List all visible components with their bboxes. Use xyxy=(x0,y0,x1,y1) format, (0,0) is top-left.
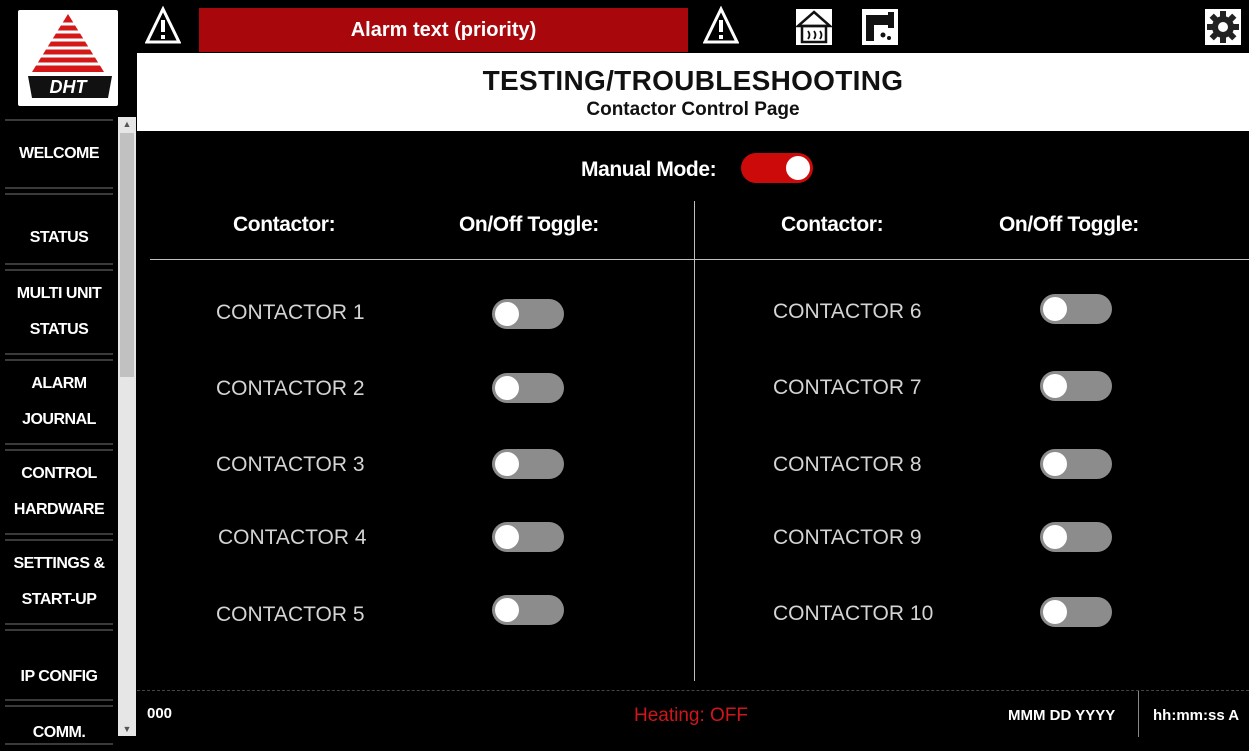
toggle-knob xyxy=(495,302,519,326)
toggle-knob xyxy=(1043,452,1067,476)
warning-icon[interactable] xyxy=(145,6,181,46)
toggle-knob xyxy=(1043,600,1067,624)
house-heating-icon[interactable] xyxy=(795,8,833,46)
sidebar-item-alarm-journal[interactable]: ALARM JOURNAL xyxy=(5,359,113,445)
status-date: MMM DD YYYY xyxy=(1008,707,1116,724)
toggle-knob xyxy=(786,156,810,180)
manual-mode-toggle[interactable] xyxy=(741,153,813,183)
logo: DHT xyxy=(0,0,137,117)
sidebar-item-ip-config[interactable]: IP CONFIG xyxy=(5,629,113,701)
contactor-1-label: CONTACTOR 1 xyxy=(216,301,365,324)
toggle-knob xyxy=(495,525,519,549)
sidebar-item-label: IP CONFIG xyxy=(20,668,99,685)
contactor-9-label: CONTACTOR 9 xyxy=(773,526,922,549)
status-code: 000 xyxy=(147,705,173,722)
sidebar-item-label: START-UP xyxy=(21,591,97,608)
sidebar-item-label: SETTINGS & xyxy=(13,555,105,572)
sidebar-item-status[interactable]: STATUS xyxy=(5,193,113,265)
sidebar-item-control-hardware[interactable]: CONTROL HARDWARE xyxy=(5,449,113,535)
alarm-banner[interactable]: Alarm text (priority) xyxy=(199,8,688,52)
contactor-7-toggle[interactable] xyxy=(1040,371,1112,401)
contactor-6-toggle[interactable] xyxy=(1040,294,1112,324)
contactor-3-toggle[interactable] xyxy=(492,449,564,479)
toggle-knob xyxy=(495,452,519,476)
sidebar-item-multi-unit-status[interactable]: MULTI UNIT STATUS xyxy=(5,269,113,355)
sidebar-item-label: HARDWARE xyxy=(13,501,105,518)
scroll-up-icon[interactable]: ▲ xyxy=(118,117,136,131)
sidebar-item-label: MULTI UNIT xyxy=(16,285,102,302)
toggle-knob xyxy=(1043,297,1067,321)
contactor-3-label: CONTACTOR 3 xyxy=(216,453,365,476)
status-time: hh:mm:ss A xyxy=(1153,707,1240,724)
heating-status: Heating: OFF xyxy=(634,705,749,726)
sidebar-item-label: JOURNAL xyxy=(22,411,96,428)
sidebar-scrollbar[interactable]: ▲ ▼ xyxy=(118,117,136,736)
page-title: TESTING/TROUBLESHOOTING xyxy=(482,65,904,96)
contactor-10-label: CONTACTOR 10 xyxy=(773,602,934,625)
gear-icon[interactable] xyxy=(1204,8,1242,46)
status-divider xyxy=(1138,691,1139,737)
sidebar-item-label: WELCOME xyxy=(18,145,100,162)
contactor-5-label: CONTACTOR 5 xyxy=(216,603,365,626)
pipe-icon[interactable] xyxy=(861,8,899,46)
contactor-header-left: Contactor: xyxy=(233,213,336,236)
warning-icon[interactable] xyxy=(703,6,739,46)
scrollbar-thumb[interactable] xyxy=(120,133,134,377)
logo-text: DHT xyxy=(49,77,87,97)
sidebar-nav: WELCOME STATUS MULTI UNIT STATUS ALARM J… xyxy=(0,117,118,745)
contactor-7-label: CONTACTOR 7 xyxy=(773,376,922,399)
manual-mode-label: Manual Mode: xyxy=(581,158,717,181)
contactor-8-toggle[interactable] xyxy=(1040,449,1112,479)
contactor-1-toggle[interactable] xyxy=(492,299,564,329)
toggle-knob xyxy=(495,376,519,400)
contactor-4-label: CONTACTOR 4 xyxy=(218,526,367,549)
dht-logo: DHT xyxy=(18,10,118,106)
contactor-4-toggle[interactable] xyxy=(492,522,564,552)
contactor-2-label: CONTACTOR 2 xyxy=(216,377,365,400)
page-subtitle: Contactor Control Page xyxy=(586,99,800,120)
sidebar-item-label: CONTROL xyxy=(21,465,97,482)
status-bar: 000 Heating: OFF MMM DD YYYY hh:mm:ss A xyxy=(137,690,1249,737)
sidebar-item-label: STATUS xyxy=(29,229,89,246)
scroll-down-icon[interactable]: ▼ xyxy=(118,722,136,736)
sidebar-item-settings-start-up[interactable]: SETTINGS & START-UP xyxy=(5,539,113,625)
contactor-8-label: CONTACTOR 8 xyxy=(773,453,922,476)
toggle-knob xyxy=(1043,374,1067,398)
contactor-header-right: Contactor: xyxy=(781,213,884,236)
toggle-knob xyxy=(495,598,519,622)
toggle-knob xyxy=(1043,525,1067,549)
sidebar-item-label: COMM. xyxy=(32,724,86,741)
contactor-9-toggle[interactable] xyxy=(1040,522,1112,552)
sidebar-item-label: ALARM xyxy=(31,375,87,392)
toggle-header-left: On/Off Toggle: xyxy=(459,213,599,236)
title-bar: TESTING/TROUBLESHOOTING Contactor Contro… xyxy=(137,53,1249,131)
main-panel: Manual Mode: Contactor: On/Off Toggle: C… xyxy=(137,131,1249,690)
contactor-6-label: CONTACTOR 6 xyxy=(773,300,922,323)
contactor-2-toggle[interactable] xyxy=(492,373,564,403)
header-divider xyxy=(150,259,1249,260)
sidebar-item-welcome[interactable]: WELCOME xyxy=(5,119,113,189)
sidebar-item-label: STATUS xyxy=(29,321,89,338)
toggle-header-right: On/Off Toggle: xyxy=(999,213,1139,236)
contactor-10-toggle[interactable] xyxy=(1040,597,1112,627)
top-bar: Alarm text (priority) xyxy=(137,0,1249,53)
contactor-5-toggle[interactable] xyxy=(492,595,564,625)
column-divider xyxy=(694,201,695,681)
sidebar-item-comm[interactable]: COMM. xyxy=(5,705,113,745)
